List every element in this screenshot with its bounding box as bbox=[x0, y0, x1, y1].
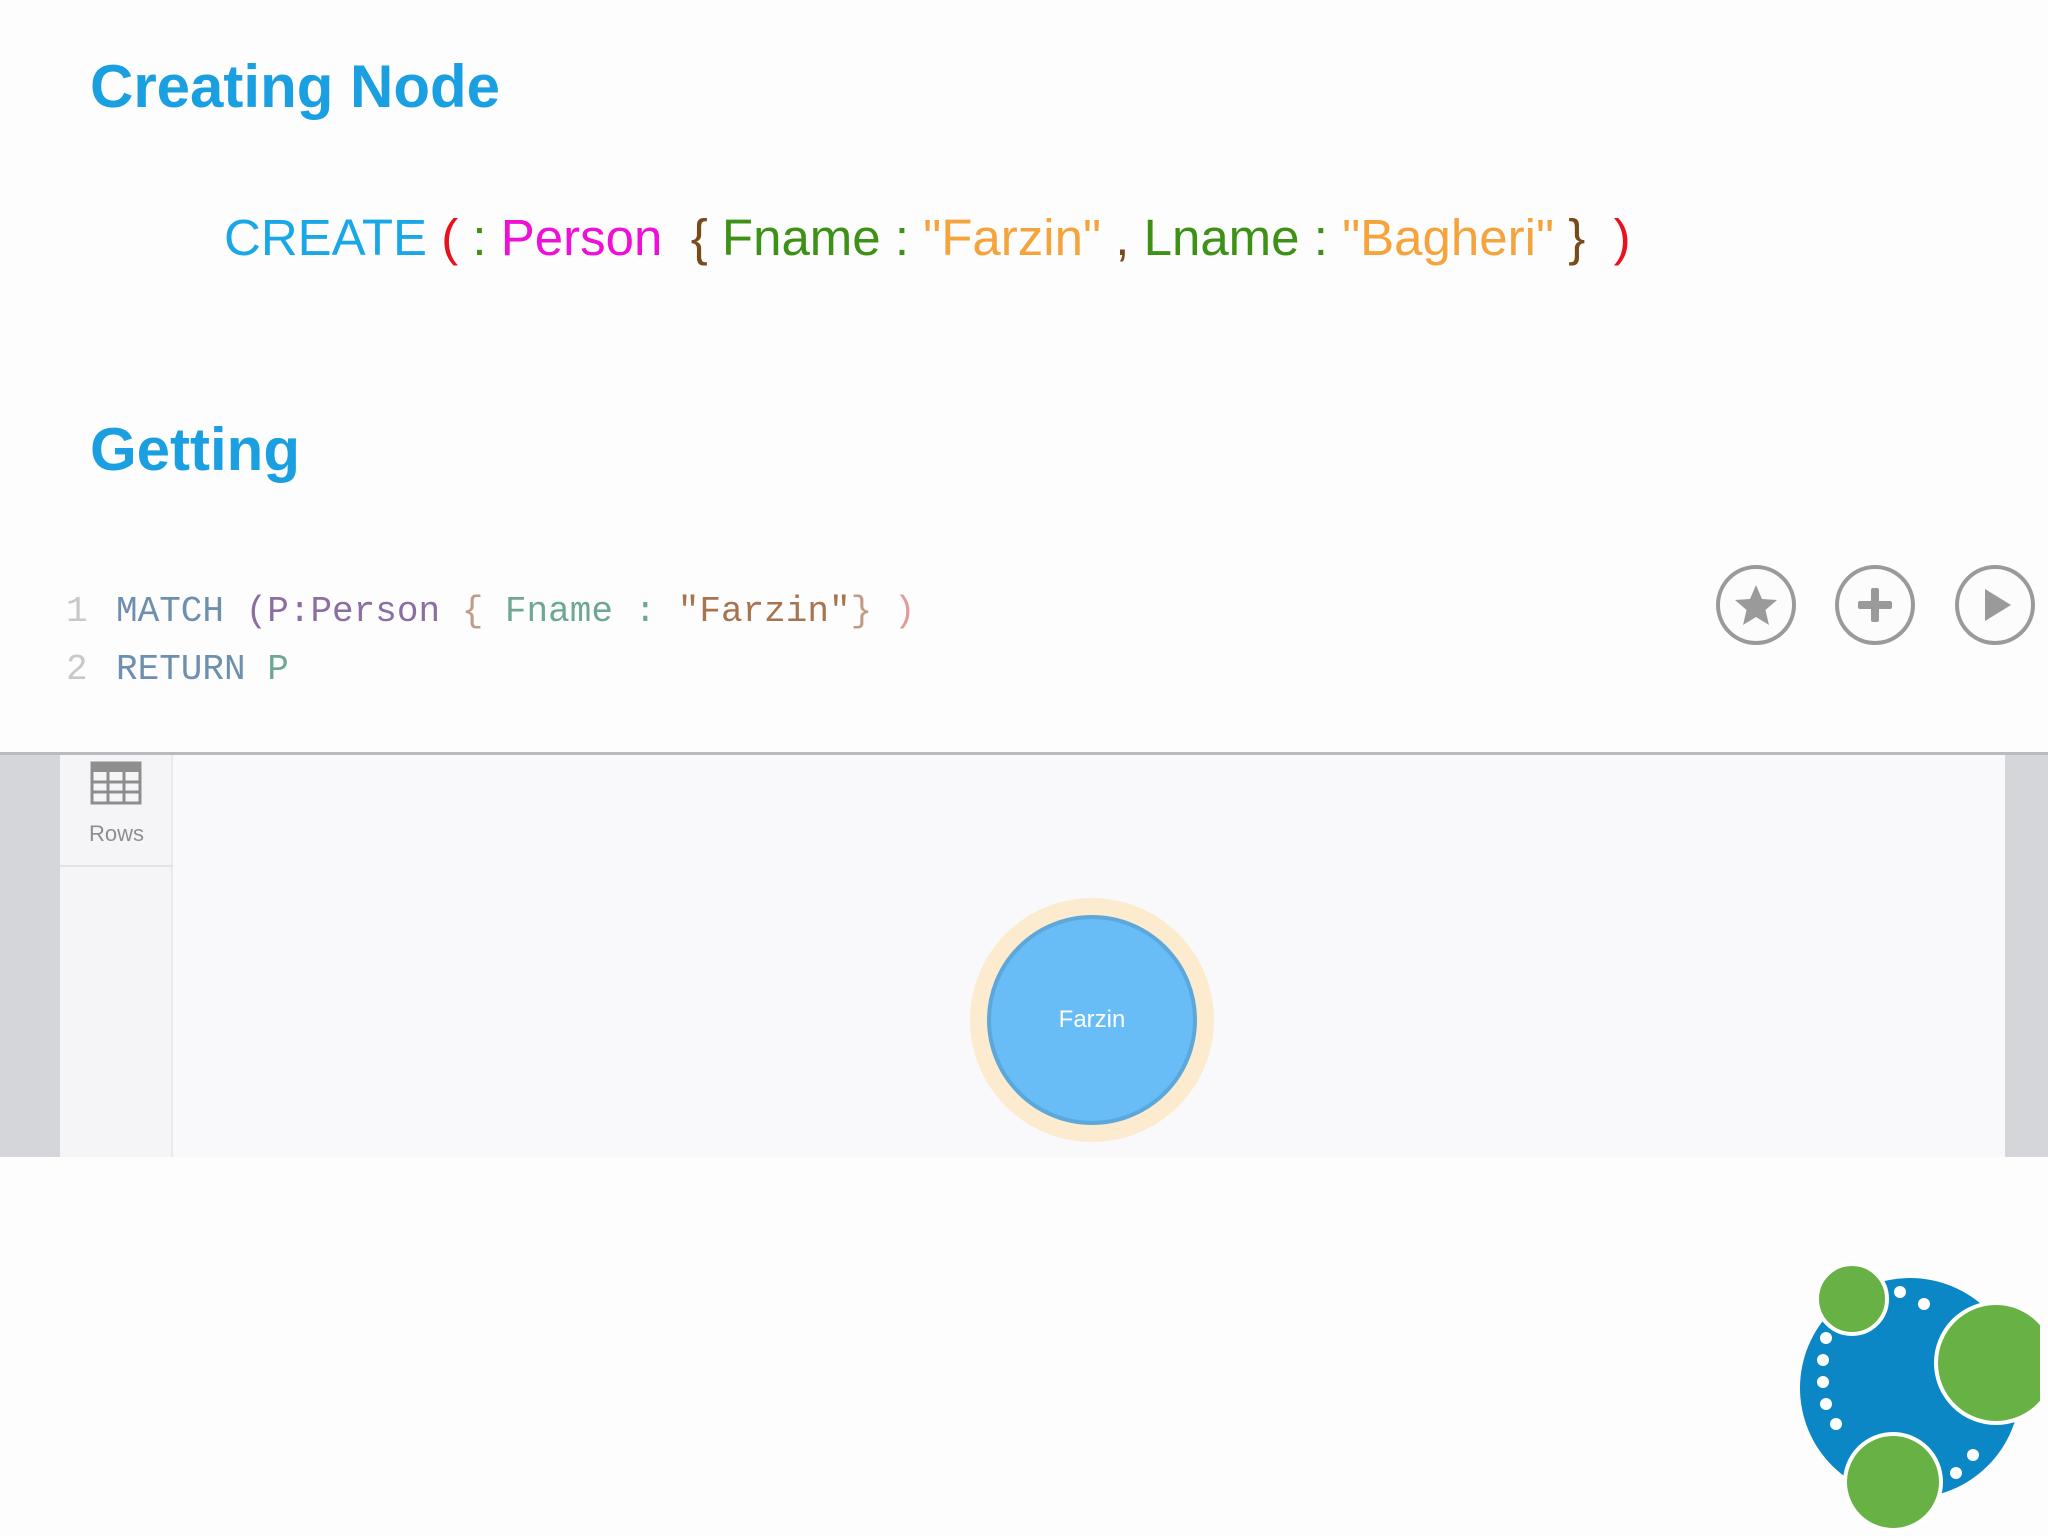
property-key-lname: Lname bbox=[1143, 209, 1300, 266]
play-icon bbox=[1985, 589, 2011, 621]
favorite-button[interactable] bbox=[1716, 565, 1796, 645]
property-colon-2: : bbox=[1313, 209, 1328, 266]
editor-line-1: 1 MATCH (P:Person { Fname : "Farzin"} ) bbox=[66, 583, 915, 641]
match-close-paren: ) bbox=[893, 591, 916, 632]
heading-getting: Getting bbox=[90, 416, 300, 483]
match-colon: : bbox=[634, 591, 657, 632]
line-number-2: 2 bbox=[66, 649, 88, 690]
table-icon bbox=[90, 761, 142, 805]
open-brace: { bbox=[690, 209, 708, 266]
graph-node-farzin[interactable]: Farzin bbox=[987, 915, 1197, 1125]
close-brace: } bbox=[1568, 209, 1586, 266]
star-icon bbox=[1735, 585, 1777, 625]
rows-tab-label: Rows bbox=[88, 821, 144, 846]
close-paren: ) bbox=[1613, 209, 1631, 266]
property-value-bagheri: "Bagheri" bbox=[1342, 209, 1555, 266]
node-label-person: Person bbox=[500, 209, 663, 266]
create-statement: CREATE ( : Person { Fname : "Farzin" , L… bbox=[224, 212, 1631, 263]
property-comma: , bbox=[1115, 209, 1130, 266]
rows-tab[interactable]: Rows bbox=[60, 755, 173, 867]
return-keyword: RETURN bbox=[116, 649, 246, 690]
open-paren: ( bbox=[441, 209, 459, 266]
heading-creating-node: Creating Node bbox=[90, 53, 501, 120]
property-key-fname: Fname bbox=[721, 209, 881, 266]
match-close-brace: } bbox=[850, 591, 873, 632]
plus-icon bbox=[1858, 588, 1892, 622]
label-colon: : bbox=[472, 209, 487, 266]
line-number-1: 1 bbox=[66, 591, 88, 632]
query-editor[interactable]: 1 MATCH (P:Person { Fname : "Farzin"} ) 2… bbox=[66, 583, 915, 699]
property-colon-1: : bbox=[894, 209, 909, 266]
neo4j-logo bbox=[1800, 1262, 2040, 1532]
match-open-brace: { bbox=[461, 591, 484, 632]
editor-line-2: 2 RETURN P bbox=[66, 641, 915, 699]
match-label-person: Person bbox=[310, 591, 441, 632]
run-button[interactable] bbox=[1955, 565, 2035, 645]
match-open-paren: (P: bbox=[245, 591, 311, 632]
graph-node-label: Farzin bbox=[1058, 1006, 1126, 1033]
create-keyword: CREATE bbox=[224, 209, 428, 266]
property-value-farzin: "Farzin" bbox=[923, 209, 1102, 266]
return-variable: P bbox=[267, 649, 289, 690]
add-button[interactable] bbox=[1835, 565, 1915, 645]
match-keyword: MATCH bbox=[116, 591, 225, 632]
match-value-farzin: "Farzin" bbox=[677, 591, 851, 632]
match-key-fname: Fname bbox=[504, 591, 613, 632]
